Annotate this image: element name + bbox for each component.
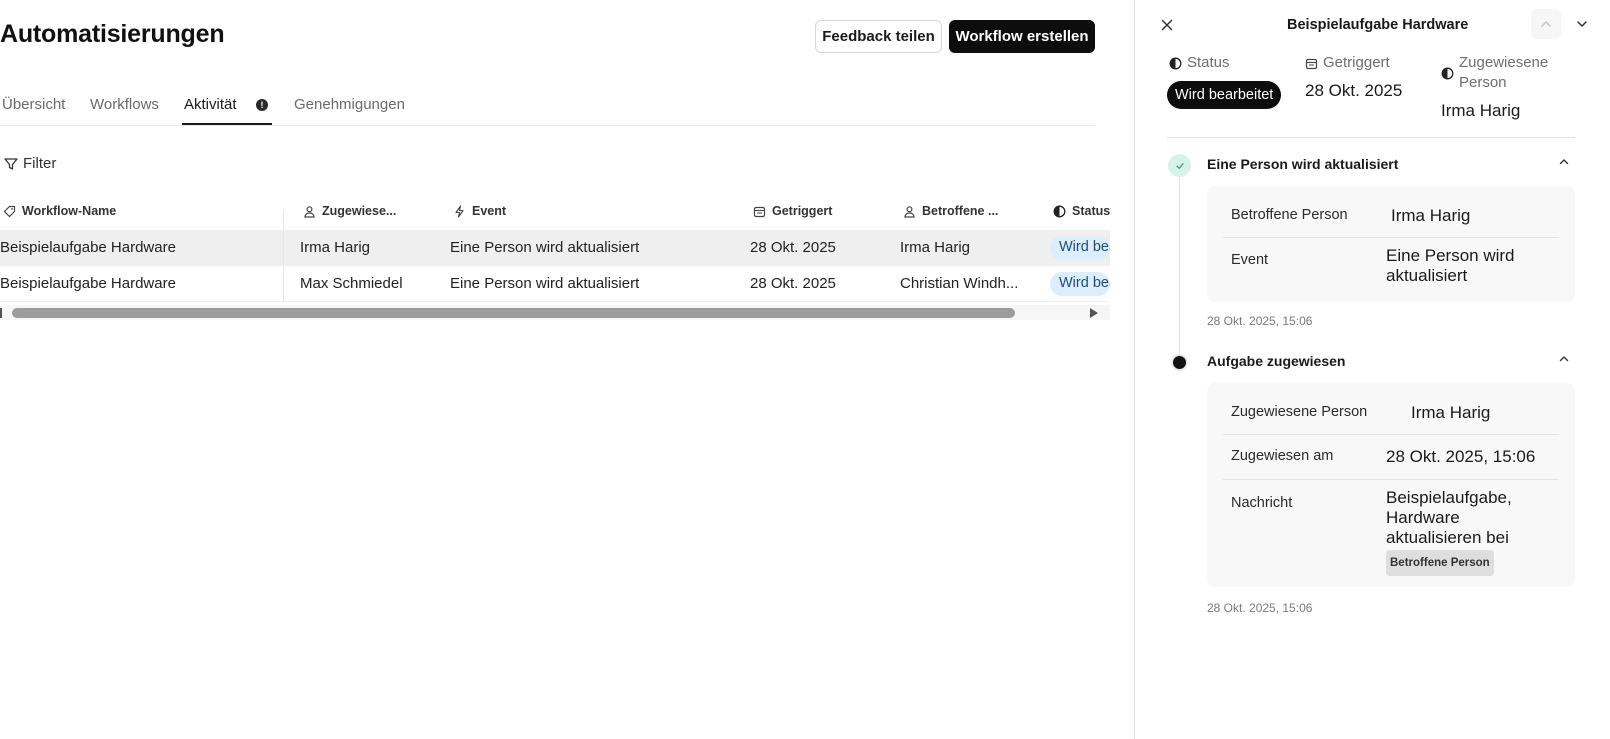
column-divider bbox=[283, 210, 284, 302]
scrollbar-thumb[interactable] bbox=[12, 308, 1015, 318]
chevron-up-icon[interactable] bbox=[1557, 155, 1571, 169]
detail-key: Zugewiesene Person bbox=[1231, 404, 1368, 420]
cell-event: Eine Person wird aktualisiert bbox=[450, 275, 640, 292]
previous-item-button[interactable] bbox=[1531, 9, 1561, 39]
detail-value: Irma Harig bbox=[1411, 403, 1491, 422]
tab-activity[interactable]: Aktivität bbox=[184, 96, 237, 113]
scroll-right-icon[interactable] bbox=[1090, 308, 1098, 318]
timeline-line bbox=[1179, 176, 1180, 366]
horizontal-scrollbar[interactable] bbox=[0, 305, 1110, 320]
table-row[interactable]: Beispielaufgabe Hardware Max Schmiedel E… bbox=[0, 266, 1110, 302]
cell-assignee: Irma Harig bbox=[300, 239, 371, 256]
info-icon[interactable]: ! bbox=[256, 99, 268, 111]
column-header-event[interactable]: Event bbox=[453, 204, 506, 218]
filter-icon bbox=[4, 157, 18, 170]
cell-triggered: 28 Okt. 2025 bbox=[750, 239, 836, 256]
detail-key: Event bbox=[1231, 252, 1269, 268]
status-label: Status bbox=[1169, 53, 1230, 73]
message-text: Beispielaufgabe, Hardware aktualisieren … bbox=[1386, 488, 1512, 547]
create-workflow-button[interactable]: Workflow erstellen bbox=[949, 20, 1095, 53]
calendar-icon bbox=[753, 206, 766, 217]
detail-row: Betroffene Person Irma Harig bbox=[1223, 186, 1559, 238]
assignee-label: Zugewiesene Person bbox=[1441, 53, 1548, 93]
scroll-left-icon[interactable] bbox=[0, 308, 2, 318]
event-details-card: Betroffene Person Irma Harig Event Eine … bbox=[1207, 186, 1575, 302]
filter-label: Filter bbox=[23, 155, 57, 172]
triggered-value: 28 Okt. 2025 bbox=[1305, 81, 1403, 100]
status-badge: Wird bearbeitet bbox=[1050, 236, 1110, 260]
detail-value: Irma Harig bbox=[1391, 206, 1471, 225]
calendar-icon bbox=[1305, 58, 1318, 70]
status-badge: Wird bearbeitet bbox=[1050, 272, 1110, 296]
detail-row: Zugewiesen am 28 Okt. 2025, 15:06 bbox=[1223, 435, 1559, 480]
cell-workflow-name: Beispielaufgabe Hardware bbox=[0, 275, 176, 292]
cell-triggered: 28 Okt. 2025 bbox=[750, 275, 836, 292]
divider bbox=[1167, 137, 1575, 138]
cell-affected-person: Irma Harig bbox=[900, 239, 971, 256]
chevron-up-icon bbox=[1541, 21, 1551, 27]
tab-workflows[interactable]: Workflows bbox=[90, 96, 159, 113]
column-header-status[interactable]: Status bbox=[1053, 204, 1110, 218]
section-title-task-assigned: Aufgabe zugewiesen bbox=[1207, 353, 1346, 369]
chevron-down-icon bbox=[1577, 21, 1587, 27]
check-icon bbox=[1168, 154, 1191, 177]
activity-table: Workflow-Name Zugewiese... Event Getrigg… bbox=[0, 195, 1110, 302]
timeline-dot-icon bbox=[1171, 354, 1188, 371]
tab-bar: Übersicht Workflows Aktivität ! Genehmig… bbox=[0, 88, 1095, 126]
cell-affected-person: Christian Windh... bbox=[900, 275, 1019, 292]
next-item-button[interactable] bbox=[1567, 9, 1597, 39]
chevron-up-icon[interactable] bbox=[1557, 352, 1571, 366]
tab-approvals[interactable]: Genehmigungen bbox=[294, 96, 405, 113]
table-row[interactable]: Beispielaufgabe Hardware Irma Harig Eine… bbox=[0, 230, 1110, 266]
triggered-label: Getriggert bbox=[1305, 53, 1390, 73]
active-tab-indicator bbox=[182, 123, 272, 125]
half-circle-icon bbox=[1053, 205, 1066, 217]
feedback-button[interactable]: Feedback teilen bbox=[815, 20, 942, 53]
column-header-workflow-name[interactable]: Workflow-Name bbox=[3, 204, 116, 218]
cell-assignee: Max Schmiedel bbox=[300, 275, 403, 292]
assignee-value: Irma Harig bbox=[1441, 101, 1521, 120]
section-title-person-updated: Eine Person wird aktualisiert bbox=[1207, 156, 1399, 172]
half-circle-icon bbox=[1441, 67, 1454, 80]
status-badge: Wird bearbeitet bbox=[1167, 81, 1282, 109]
half-circle-icon bbox=[1169, 57, 1182, 70]
detail-key: Nachricht bbox=[1231, 495, 1293, 511]
tab-overview[interactable]: Übersicht bbox=[2, 96, 65, 113]
bolt-icon bbox=[455, 204, 464, 218]
variable-tag: Betroffene Person bbox=[1386, 550, 1494, 576]
detail-row: Nachricht Beispielaufgabe, Hardware aktu… bbox=[1223, 480, 1559, 587]
close-icon[interactable] bbox=[1157, 15, 1177, 35]
cell-event: Eine Person wird aktualisiert bbox=[450, 239, 640, 256]
panel-title: Beispielaufgabe Hardware bbox=[1287, 17, 1469, 33]
table-header: Workflow-Name Zugewiese... Event Getrigg… bbox=[0, 195, 1110, 230]
tag-icon bbox=[3, 205, 16, 217]
detail-row: Event Eine Person wird aktualisiert bbox=[1223, 238, 1559, 302]
person-icon bbox=[304, 205, 315, 218]
detail-panel: Beispielaufgabe Hardware Status Wird bea… bbox=[1134, 0, 1610, 739]
person-icon bbox=[904, 205, 915, 218]
detail-row: Zugewiesene Person Irma Harig bbox=[1223, 383, 1559, 435]
filter-button[interactable]: Filter bbox=[4, 155, 56, 172]
detail-value: Eine Person wird aktualisiert bbox=[1386, 246, 1515, 285]
detail-value: Beispielaufgabe, Hardware aktualisieren … bbox=[1386, 488, 1526, 576]
timestamp: 28 Okt. 2025, 15:06 bbox=[1207, 601, 1313, 615]
detail-key: Betroffene Person bbox=[1231, 207, 1348, 223]
column-header-triggered[interactable]: Getriggert bbox=[753, 204, 832, 218]
page-title: Automatisierungen bbox=[0, 20, 225, 48]
main-area: Automatisierungen Feedback teilen Workfl… bbox=[0, 0, 1135, 739]
assignment-details-card: Zugewiesene Person Irma Harig Zugewiesen… bbox=[1207, 383, 1575, 587]
column-header-affected-person[interactable]: Betroffene ... bbox=[903, 204, 998, 218]
cell-workflow-name: Beispielaufgabe Hardware bbox=[0, 239, 176, 256]
timestamp: 28 Okt. 2025, 15:06 bbox=[1207, 314, 1313, 328]
detail-key: Zugewiesen am bbox=[1231, 448, 1334, 464]
column-header-assignee[interactable]: Zugewiese... bbox=[303, 204, 396, 218]
detail-value: 28 Okt. 2025, 15:06 bbox=[1386, 447, 1536, 466]
